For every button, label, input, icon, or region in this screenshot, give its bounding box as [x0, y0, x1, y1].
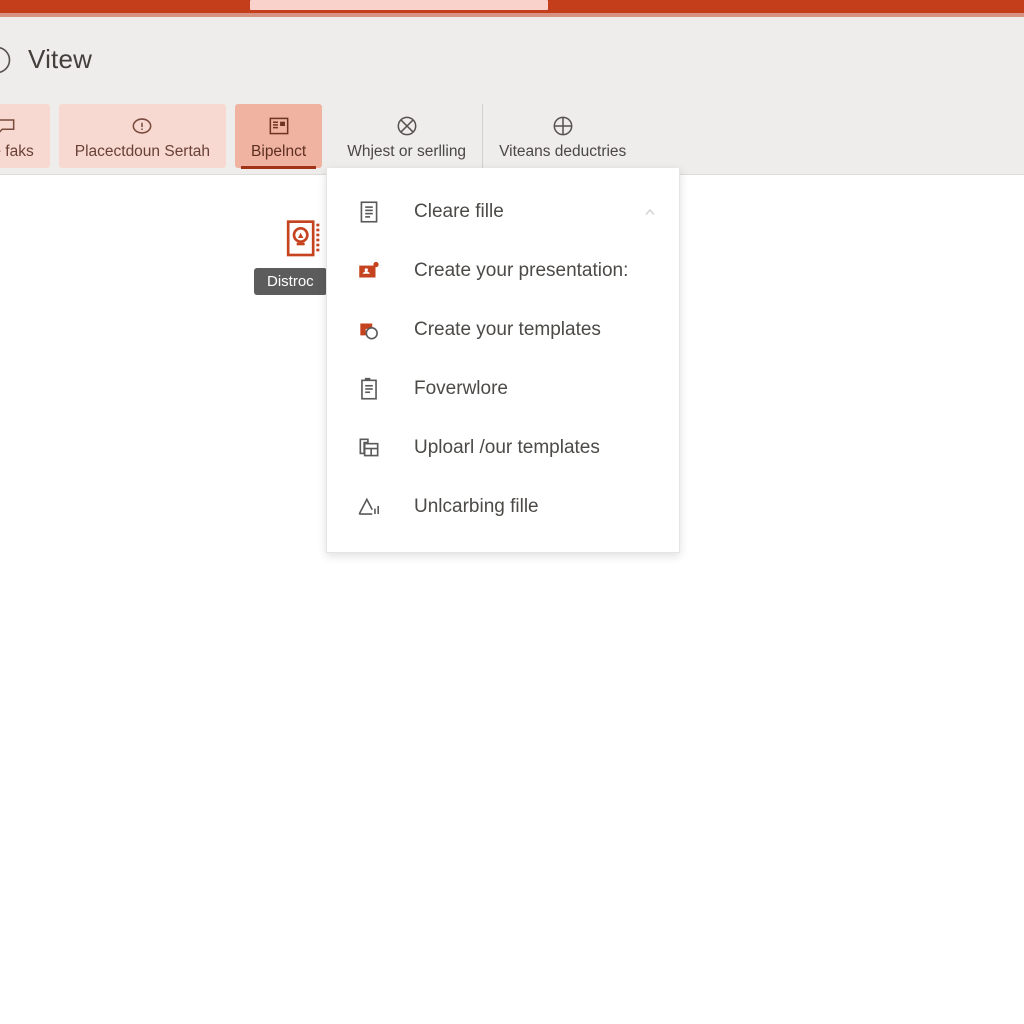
tab-bipelnct[interactable]: Bipelnct	[235, 104, 323, 169]
page-title: Vitew	[28, 44, 93, 74]
menu-item-label: Foverwlore	[414, 377, 508, 399]
tab-whjest-or-serlling[interactable]: Whjest or serlling	[331, 104, 482, 168]
title-bar-search-field[interactable]	[250, 0, 548, 10]
tab-label: Bipelnct	[251, 142, 307, 160]
tab-label: Viteans deductries	[499, 142, 627, 160]
clipboard-doc-icon	[356, 376, 382, 402]
tab-label: Whjest or serlling	[347, 142, 467, 160]
tab-strip: Life faks Placectdoun Sertah Bipelnct	[0, 104, 642, 170]
menu-item-cleare-fille[interactable]: Cleare fille	[327, 182, 679, 241]
dropdown-menu: Cleare fille Create your presentation: C…	[326, 168, 680, 553]
tab-viteans-deductries[interactable]: Viteans deductries	[482, 104, 642, 168]
presentation-idea-icon[interactable]	[284, 218, 324, 262]
tab-placectdoun-sertah[interactable]: Placectdoun Sertah	[58, 104, 227, 168]
upload-copy-icon	[356, 435, 382, 461]
new-presentation-icon	[356, 258, 382, 284]
menu-item-label: Uploarl /our templates	[414, 436, 600, 458]
crosshair-plus-icon	[550, 113, 576, 139]
tooltip: Distroc	[254, 268, 327, 295]
title-bar	[0, 0, 1024, 13]
chevron-up-icon[interactable]	[643, 205, 657, 219]
chart-triangle-icon	[356, 494, 382, 520]
info-circle-icon	[129, 113, 155, 139]
speech-bubble-icon	[0, 113, 18, 139]
info-circle-icon	[0, 45, 12, 75]
menu-item-label: Unlcarbing fille	[414, 495, 539, 517]
view-header: Vitew	[0, 44, 92, 75]
tooltip-label: Distroc	[267, 273, 314, 290]
menu-item-unlcarbing-fille[interactable]: Unlcarbing fille	[327, 477, 679, 536]
menu-item-create-your-presentation[interactable]: Create your presentation:	[327, 241, 679, 300]
template-circle-icon	[356, 317, 382, 343]
slide-layout-icon	[266, 113, 292, 139]
menu-item-upload-your-templates[interactable]: Uploarl /our templates	[327, 418, 679, 477]
no-entry-slash-icon	[394, 113, 420, 139]
menu-item-create-your-templates[interactable]: Create your templates	[327, 300, 679, 359]
document-lines-icon	[356, 199, 382, 225]
menu-item-foverwlore[interactable]: Foverwlore	[327, 359, 679, 418]
tab-life-faks[interactable]: Life faks	[0, 104, 50, 168]
menu-item-label: Create your templates	[414, 318, 601, 340]
tab-label: Placectdoun Sertah	[74, 142, 211, 160]
tab-label: Life faks	[0, 142, 34, 160]
menu-item-label: Create your presentation:	[414, 259, 629, 281]
menu-item-label: Cleare fille	[414, 200, 504, 222]
